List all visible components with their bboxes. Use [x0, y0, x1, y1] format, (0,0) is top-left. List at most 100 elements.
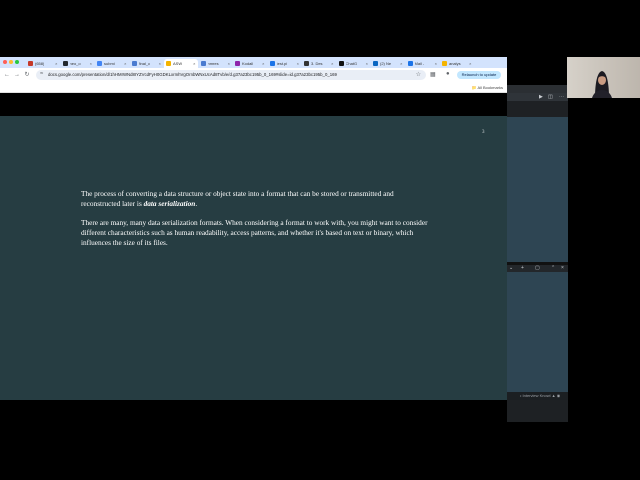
code-editor-window: ▶ ◫ ⋯ ⌄ + ▢ ⌃ × • Interview Knowl ▲ ◉ — [507, 85, 568, 422]
tab-favicon-icon — [373, 61, 378, 66]
tab-favicon-icon — [131, 61, 137, 66]
tab-label: test.pi — [276, 61, 288, 66]
terminal-panel[interactable] — [507, 272, 568, 392]
browser-tab[interactable]: Mail - × — [406, 59, 440, 68]
tab-close-icon[interactable]: × — [435, 61, 437, 66]
tab-label: ASW — [173, 61, 183, 66]
more-icon[interactable]: ⋯ — [559, 94, 564, 100]
presentation-slide[interactable]: 3 The process of converting a data struc… — [0, 116, 507, 400]
bookmark-star-icon[interactable]: ☆ — [416, 71, 421, 78]
paragraph-1-text: The process of converting a data structu… — [81, 189, 394, 208]
tab-close-icon[interactable]: × — [228, 61, 230, 66]
tab-label: 3. Des — [311, 61, 323, 66]
tab-favicon-icon — [97, 61, 102, 66]
browser-tab[interactable]: 3. Des × — [302, 59, 336, 68]
maximize-window-button[interactable] — [15, 60, 19, 64]
tab-close-icon[interactable]: × — [366, 61, 368, 66]
slide-letterbox-bottom — [0, 400, 507, 423]
tab-favicon-icon — [28, 61, 33, 66]
browser-tab[interactable]: Kodall × — [233, 59, 267, 68]
maximize-panel-icon[interactable]: ⌃ — [551, 265, 555, 271]
tab-close-icon[interactable]: × — [331, 61, 333, 66]
tab-label: (658) — [35, 61, 45, 66]
minimize-window-button[interactable] — [9, 60, 13, 64]
tab-favicon-icon — [62, 61, 68, 66]
relaunch-button[interactable]: Relaunch to update — [457, 71, 501, 79]
slide-paragraph-1: The process of converting a data structu… — [81, 189, 431, 209]
tab-favicon-icon — [269, 61, 275, 66]
tab-close-icon[interactable]: × — [469, 61, 471, 66]
emphasis-term: data serialization — [143, 199, 196, 208]
browser-tab[interactable]: (658) × — [26, 59, 60, 68]
tab-label: final_c — [138, 61, 151, 66]
browser-tab[interactable]: analys × — [440, 59, 474, 68]
add-terminal-icon[interactable]: + — [521, 265, 524, 271]
tab-label: analys — [449, 61, 461, 66]
tab-label: nmres — [207, 61, 219, 66]
tab-favicon-icon — [304, 61, 309, 66]
tab-close-icon[interactable]: × — [400, 61, 402, 66]
status-bar: • Interview Knowl ▲ ◉ — [507, 392, 568, 400]
presenter-figure — [592, 71, 612, 98]
tab-close-icon[interactable]: × — [262, 61, 264, 66]
all-bookmarks-label: All Bookmarks — [477, 85, 503, 90]
browser-tab[interactable]: nmres × — [199, 59, 233, 68]
editor-pane[interactable] — [507, 117, 568, 262]
tab-close-icon[interactable]: × — [124, 61, 126, 66]
tab-close-icon[interactable]: × — [193, 61, 195, 66]
slide-number: 3 — [482, 130, 485, 135]
tab-label: (2) Ne — [380, 61, 392, 66]
tab-label: neo_o — [69, 61, 81, 66]
tab-favicon-icon — [200, 61, 206, 66]
webcam-video — [567, 57, 640, 98]
tab-label: Mail - — [414, 61, 425, 66]
terminal-header: ⌄ + ▢ ⌃ × — [507, 265, 568, 272]
tab-close-icon[interactable]: × — [297, 61, 299, 66]
browser-toolbar: ← → ↻ ≈ docs.google.com/presentation/d/1… — [0, 68, 507, 82]
tab-favicon-icon — [338, 61, 344, 66]
editor-titlebar — [507, 85, 568, 93]
site-info-icon[interactable]: ≈ — [40, 71, 43, 77]
url-text[interactable]: docs.google.com/presentation/d/1hHMrWNd8… — [48, 72, 337, 77]
chevron-down-icon[interactable]: ⌄ — [509, 265, 513, 271]
tab-close-icon[interactable]: × — [90, 61, 92, 66]
slide-paragraph-2: There are many, many data serialization … — [81, 218, 428, 247]
address-bar[interactable]: ≈ docs.google.com/presentation/d/1hHMrWN… — [36, 70, 426, 80]
trash-icon[interactable]: ▢ — [535, 265, 540, 271]
browser-window: (658) × neo_o × submi × final_c × ASW × nmres × Koda… — [0, 57, 507, 93]
browser-tab[interactable]: ASW × — [164, 59, 198, 68]
slide-letterbox-top — [0, 93, 507, 116]
close-panel-icon[interactable]: × — [561, 265, 564, 271]
slide-body: The process of converting a data structu… — [81, 189, 431, 257]
all-bookmarks-button[interactable]: 📁 All Bookmarks — [472, 85, 503, 90]
split-editor-icon[interactable]: ◫ — [548, 94, 553, 100]
tab-favicon-icon — [442, 61, 447, 66]
profile-avatar-icon[interactable]: ● — [446, 71, 450, 77]
browser-tab[interactable]: test.pi × — [268, 59, 302, 68]
tab-label: submi — [104, 61, 115, 66]
tab-close-icon[interactable]: × — [55, 61, 57, 66]
tab-label: ChatG — [345, 61, 358, 66]
tab-favicon-icon — [235, 61, 240, 66]
editor-toolbar: ▶ ◫ ⋯ — [507, 93, 568, 101]
tab-strip: (658) × neo_o × submi × final_c × ASW × nmres × Koda… — [0, 57, 507, 68]
bookmarks-bar: 📁 All Bookmarks — [0, 82, 507, 93]
browser-tab[interactable]: ChatG × — [337, 59, 371, 68]
close-window-button[interactable] — [3, 60, 7, 64]
tab-favicon-icon — [407, 61, 413, 66]
browser-tab[interactable]: neo_o × — [61, 59, 95, 68]
run-icon[interactable]: ▶ — [539, 94, 543, 100]
back-arrow-icon[interactable]: ← — [3, 71, 11, 79]
tab-close-icon[interactable]: × — [159, 61, 161, 66]
browser-tab[interactable]: final_c × — [130, 59, 164, 68]
reload-icon[interactable]: ↻ — [23, 71, 31, 79]
status-text: • Interview Knowl ▲ ◉ — [520, 393, 561, 398]
tab-label: Kodall — [242, 61, 254, 66]
extensions-icon[interactable]: ▦ — [430, 71, 436, 78]
window-controls — [3, 60, 19, 64]
browser-tab[interactable]: submi × — [95, 59, 129, 68]
forward-arrow-icon[interactable]: → — [13, 71, 21, 79]
browser-tab[interactable]: (2) Ne × — [371, 59, 405, 68]
paragraph-1-end: . — [195, 199, 198, 208]
tab-favicon-icon — [166, 61, 171, 66]
